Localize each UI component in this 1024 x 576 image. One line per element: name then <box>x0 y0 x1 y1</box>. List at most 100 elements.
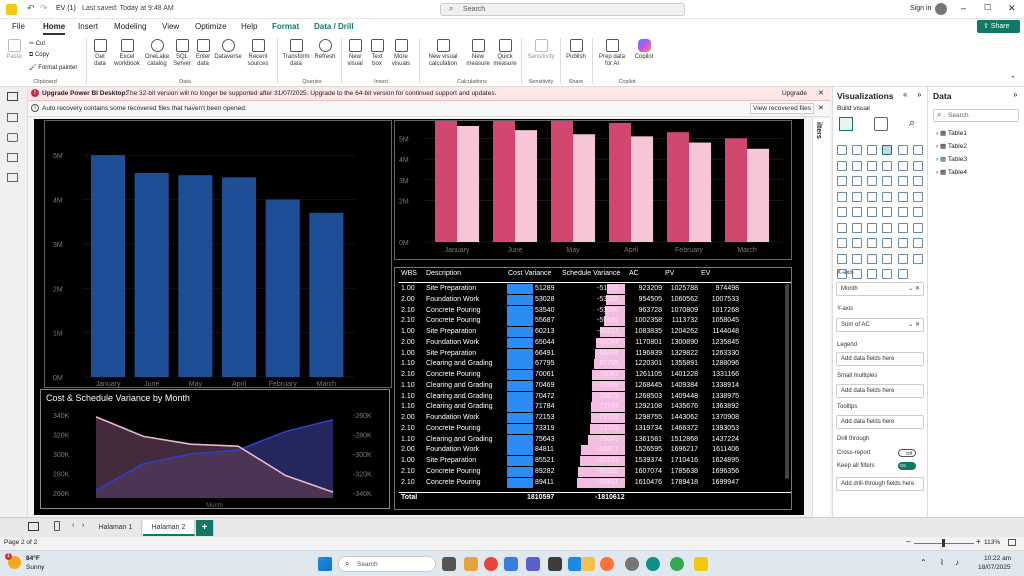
menu-view[interactable]: View <box>162 22 179 31</box>
table-list-item[interactable]: › ▦ Table2 <box>936 142 967 150</box>
title-search-box[interactable]: ⌕ Search <box>440 3 685 16</box>
viz-expand-icon[interactable]: » <box>917 90 921 99</box>
variance-chart[interactable]: Cost & Schedule Variance by Month 340K 32… <box>40 389 390 509</box>
visual-type-icon[interactable] <box>898 176 908 186</box>
visual-type-icon[interactable] <box>852 207 862 217</box>
visual-type-icon[interactable] <box>852 238 862 248</box>
zoom-slider-thumb[interactable] <box>942 539 945 547</box>
table-row[interactable]: 2.00 Foundation Work 84811 -84811 1526595 169… <box>399 445 791 456</box>
view-recovered-button[interactable]: View recovered files <box>750 103 815 114</box>
table-row[interactable]: 2.10 Concrete Pouring 55687 -55687 1002358 11… <box>399 316 791 327</box>
table-row[interactable]: 2.10 Concrete Pouring 73319 -73319 1319734 14… <box>399 423 791 435</box>
visual-type-icon[interactable] <box>852 176 862 186</box>
dax-view-icon[interactable] <box>7 153 18 162</box>
bar-chart-left[interactable]: 5M 4M 3M 2M 1M 0M January June May April February M… <box>44 120 392 388</box>
table-header-cell[interactable]: EV <box>701 270 710 277</box>
visual-type-icon[interactable] <box>913 145 923 155</box>
table-row[interactable]: 1.00 Site Preparation 51289 -51289 923209 102… <box>399 284 791 295</box>
dataverse-button[interactable]: Dataverse <box>213 39 243 61</box>
table-row[interactable]: 2.10 Concrete Pouring 53540 -53540 963728 107… <box>399 305 791 317</box>
mail-icon[interactable] <box>568 557 582 571</box>
table-row[interactable]: 1.10 Clearing and Grading 70472 -70472 12685… <box>399 391 791 403</box>
menu-modeling[interactable]: Modeling <box>114 22 146 31</box>
add-page-button[interactable]: + <box>196 520 214 536</box>
table-row[interactable]: 1.10 Clearing and Grading 71784 -71784 12921… <box>399 402 791 413</box>
visual-type-icon[interactable] <box>867 222 877 233</box>
publish-button[interactable]: Publish <box>563 39 589 61</box>
visual-type-icon[interactable] <box>882 191 892 202</box>
visual-type-icon[interactable] <box>913 176 923 186</box>
menu-optimize[interactable]: Optimize <box>195 22 227 31</box>
visual-type-icon[interactable] <box>867 238 877 248</box>
sensitivity-button[interactable]: Sensitivity <box>525 39 557 61</box>
page-tab-halaman-1[interactable]: Halaman 1 <box>90 520 142 536</box>
info-close-icon[interactable]: ✕ <box>818 104 824 112</box>
data-pane-expand-icon[interactable]: » <box>1013 90 1017 99</box>
upgrade-button[interactable]: Upgrade <box>782 90 807 97</box>
visual-type-icon[interactable] <box>852 191 862 202</box>
table-row[interactable]: 1.00 Site Preparation 66491 -66491 1196839 13… <box>399 348 791 360</box>
xaxis-well[interactable]: Month ⌄ ✕ <box>836 282 924 296</box>
table-list-item[interactable]: › ▦ Table4 <box>936 168 967 176</box>
visual-type-icon[interactable] <box>882 238 892 248</box>
minimize-icon[interactable]: – <box>961 3 966 13</box>
prev-page-icon[interactable]: ‹ <box>72 522 74 529</box>
visual-type-icon[interactable] <box>898 160 908 171</box>
get-data-button[interactable]: Get data <box>89 39 111 68</box>
visual-type-icon[interactable] <box>852 160 862 171</box>
excel-workbook-button[interactable]: Excel workbook <box>112 39 142 68</box>
network-icon[interactable]: ⌇ <box>940 558 944 567</box>
close-icon[interactable]: ✕ <box>1008 3 1016 14</box>
table-row[interactable]: 1.00 Site Preparation 60213 -60213 1083835 12… <box>399 327 791 338</box>
volume-icon[interactable]: ♪ <box>955 558 959 567</box>
cut-button[interactable]: ✂ Cut <box>29 40 45 47</box>
visual-type-icon[interactable] <box>882 145 892 155</box>
visual-type-icon[interactable] <box>882 207 892 217</box>
share-button[interactable]: ⇪ Share <box>977 20 1020 33</box>
visual-type-icon[interactable] <box>852 253 862 264</box>
avatar[interactable] <box>935 3 947 15</box>
visual-type-icon[interactable] <box>837 176 847 186</box>
enter-data-button[interactable]: Enter data <box>193 39 213 68</box>
visual-type-icon[interactable] <box>852 222 862 233</box>
visual-type-icon[interactable] <box>837 238 847 248</box>
visual-type-icon[interactable] <box>898 207 908 217</box>
menu-insert[interactable]: Insert <box>78 22 98 31</box>
menu-help[interactable]: Help <box>241 22 257 31</box>
teams-icon[interactable] <box>526 557 540 571</box>
transform-data-button[interactable]: Transform data <box>281 39 311 68</box>
filters-pane-collapsed[interactable]: ilters <box>812 119 830 519</box>
store-icon[interactable] <box>504 557 518 571</box>
new-measure-button[interactable]: New measure <box>465 39 491 68</box>
visual-type-icon[interactable] <box>913 238 923 248</box>
powerbi-taskbar-icon[interactable] <box>694 557 708 571</box>
new-visual-button[interactable]: New visual <box>344 39 366 68</box>
drill-through-well[interactable]: Add drill-through fields here <box>836 477 924 491</box>
copilot-button[interactable]: Copilot <box>630 39 658 61</box>
paste-button[interactable]: Paste <box>4 39 24 61</box>
visual-type-icon[interactable] <box>882 269 892 279</box>
folder-icon[interactable] <box>581 557 595 571</box>
menu-file[interactable]: File <box>12 22 25 31</box>
visual-type-icon[interactable] <box>898 145 908 155</box>
collapse-ribbon-icon[interactable]: ⌃ <box>1010 75 1016 83</box>
table-view-icon[interactable] <box>7 113 18 122</box>
visual-type-icon[interactable] <box>913 222 923 233</box>
visual-type-icon[interactable] <box>913 207 923 217</box>
table-header-cell[interactable]: AC <box>629 270 639 277</box>
tooltips-well[interactable]: Add data fields here <box>836 415 924 429</box>
visual-type-icon[interactable] <box>867 191 877 202</box>
task-view-icon[interactable] <box>442 557 456 571</box>
visual-type-icon[interactable] <box>867 145 877 155</box>
page-tab-halaman-2[interactable]: Halaman 2 <box>143 520 195 536</box>
clock-date[interactable]: 18/07/2025 <box>978 564 1011 571</box>
maximize-icon[interactable]: ☐ <box>984 3 991 12</box>
visual-type-icon[interactable] <box>882 253 892 264</box>
table-row[interactable]: 2.00 Foundation Work 72153 -72153 1298755 144… <box>399 413 791 424</box>
text-box-button[interactable]: Text box <box>367 39 387 68</box>
keep-filters-toggle[interactable]: On <box>898 462 916 470</box>
table-row[interactable]: 1.10 Clearing and Grading 70469 -70469 12684… <box>399 380 791 392</box>
table-row[interactable]: 2.10 Concrete Pouring 89411 -89411 1610476 17… <box>399 477 791 489</box>
sql-server-button[interactable]: SQL Server <box>172 39 192 68</box>
mobile-layout-icon[interactable] <box>54 521 60 531</box>
